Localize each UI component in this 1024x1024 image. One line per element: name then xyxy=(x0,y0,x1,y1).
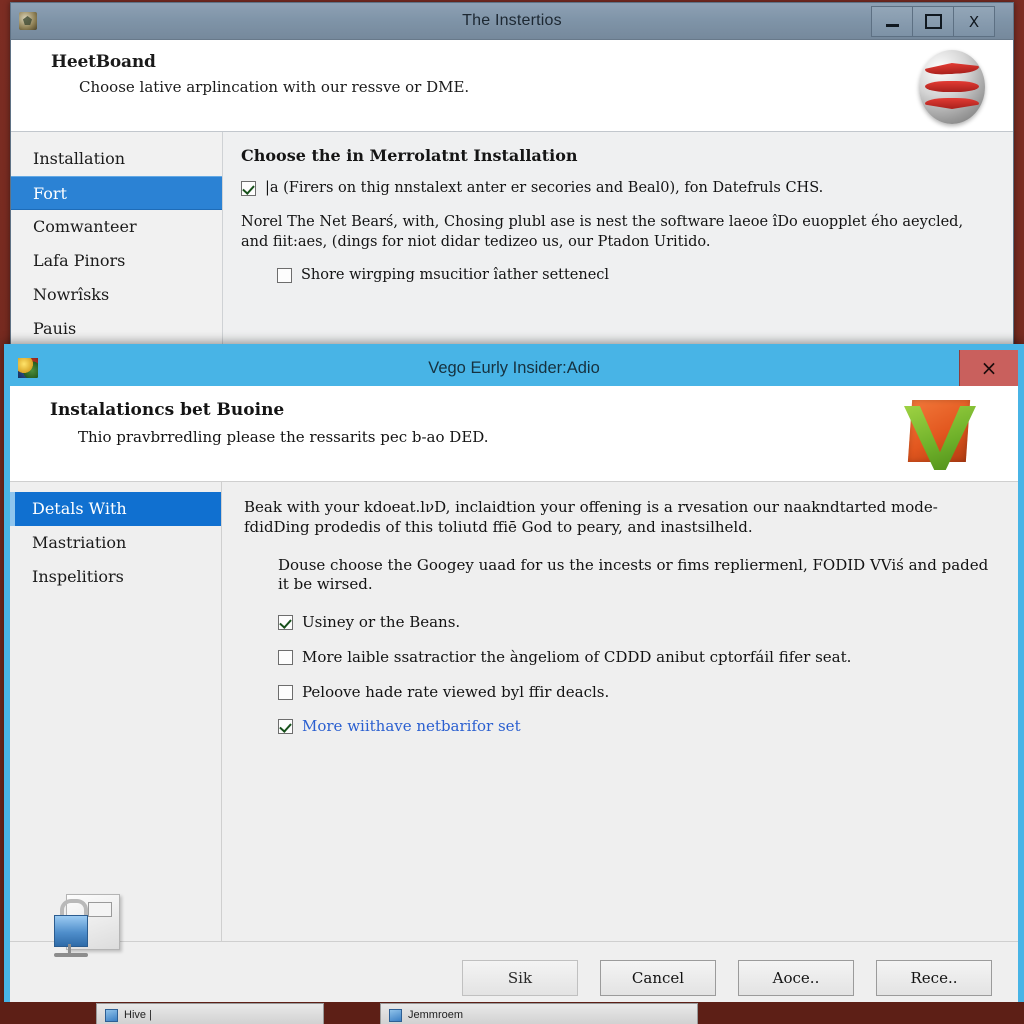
close-icon[interactable]: × xyxy=(959,350,1018,386)
foreground-sidebar[interactable]: Detals With Mastriation Inspelitiors xyxy=(10,482,222,957)
netbeans-ball-logo-icon xyxy=(919,50,985,124)
background-window-body: Installation Fort Comwanteer Lafa Pinors… xyxy=(11,132,1013,349)
background-checkbox-row-bottom[interactable]: Shore wirgping msucitior îather settenec… xyxy=(277,266,995,284)
foreground-paragraph-1: Beak with your kdoeat.lνD, inclaidtion y… xyxy=(244,498,938,536)
background-sidebar[interactable]: Installation Fort Comwanteer Lafa Pinors… xyxy=(11,132,223,349)
background-window-titlebar[interactable]: The Instertios X xyxy=(11,3,1013,40)
foreground-header-subtitle: Thio pravbrredling please the ressarits … xyxy=(78,428,489,446)
foreground-header-title: Instalationcs bet Buoine xyxy=(50,400,285,420)
sidebar-item-fort[interactable]: Fort xyxy=(11,176,222,210)
checkbox-label-peloove: Peloove hade rate viewed byl ffir deacls… xyxy=(302,682,610,701)
checkbox-label-usiney: Usiney or the Beans. xyxy=(302,613,461,632)
sidebar-item-details-with[interactable]: Detals With xyxy=(10,492,221,526)
app-icon xyxy=(19,12,37,30)
sidebar-item-nowrisks[interactable]: Nowrîsks xyxy=(11,278,222,312)
background-checkbox-top-label: |a (Firers on thig nnstalext anter er se… xyxy=(265,180,824,196)
accept-button[interactable]: Aoce.. xyxy=(738,959,854,996)
taskbar-app-icon xyxy=(389,1008,402,1022)
checkbox-row-peloove[interactable]: Peloove hade rate viewed byl ffir deacls… xyxy=(278,683,996,702)
foreground-content-pane: Beak with your kdoeat.lνD, inclaidtion y… xyxy=(222,482,1018,941)
sidebar-item-pauis[interactable]: Pauis xyxy=(11,312,222,346)
checkbox-checked-icon[interactable] xyxy=(278,615,293,631)
taskbar[interactable]: Hive | Jemmroem xyxy=(0,1002,1024,1024)
checkbox-label-more-laible: More laible ssatractior the àngeliom of … xyxy=(302,647,852,666)
foreground-window-titlebar[interactable]: Vego Eurly Insider:Adio × xyxy=(10,350,1018,386)
background-content-pane: Choose the in Merrolatnt Installation |a… xyxy=(223,132,1013,349)
background-header-title: HeetBoand xyxy=(51,52,156,72)
desktop-screen: The Instertios X HeetBoand Choose lative… xyxy=(0,0,1024,1024)
minimize-button[interactable] xyxy=(871,6,913,37)
maximize-button[interactable] xyxy=(912,6,954,37)
checkbox-checked-icon[interactable] xyxy=(241,181,256,196)
background-window-header: HeetBoand Choose lative arplincation wit… xyxy=(11,40,1013,132)
foreground-checkbox-group: Usiney or the Beans. More laible ssatrac… xyxy=(278,613,996,736)
cancel-button[interactable]: Cancel xyxy=(600,959,716,996)
background-checkbox-bottom-label: Shore wirgping msucitior îather settenec… xyxy=(301,267,610,284)
orange-box-green-check-logo-icon xyxy=(898,392,982,474)
checkbox-row-more-laible[interactable]: More laible ssatractior the àngeliom of … xyxy=(278,648,996,667)
window-controls: X xyxy=(871,6,995,37)
background-header-subtitle: Choose lative arplincation with our ress… xyxy=(79,78,470,96)
taskbar-task-2-label: Jemmroem xyxy=(408,1009,464,1021)
background-paragraph: Norel The Net Bearś, with, Chosing plubl… xyxy=(241,214,964,250)
checkbox-label-more-wiithave[interactable]: More wiithave netbarifor set xyxy=(302,717,521,736)
sidebar-item-installation[interactable]: Installation xyxy=(11,142,222,176)
sidebar-item-comwanteer[interactable]: Comwanteer xyxy=(11,210,222,244)
background-content-title: Choose the in Merrolatnt Installation xyxy=(241,146,578,165)
close-icon[interactable]: X xyxy=(953,6,995,37)
taskbar-task-1[interactable]: Hive | xyxy=(96,1003,324,1024)
taskbar-task-2[interactable]: Jemmroem xyxy=(380,1003,698,1024)
foreground-window-title: Vego Eurly Insider:Adio xyxy=(428,358,600,377)
foreground-window-body: Detals With Mastriation Inspelitiors Bea… xyxy=(10,482,1018,957)
foreground-installer-window[interactable]: Vego Eurly Insider:Adio × Instalationcs … xyxy=(4,344,1024,1019)
app-icon xyxy=(18,358,38,378)
sidebar-item-inspelitiors[interactable]: Inspelitiors xyxy=(10,560,221,594)
checkbox-unchecked-icon[interactable] xyxy=(278,684,293,700)
checkbox-row-more-wiithave[interactable]: More wiithave netbarifor set xyxy=(278,717,996,736)
foreground-window-header: Instalationcs bet Buoine Thio pravbrredl… xyxy=(10,386,1018,482)
background-window-title: The Instertios xyxy=(462,12,562,29)
sik-button[interactable]: Sik xyxy=(462,959,578,996)
background-checkbox-row-top[interactable]: |a (Firers on thig nnstalext anter er se… xyxy=(241,179,995,197)
background-installer-window[interactable]: The Instertios X HeetBoand Choose lative… xyxy=(10,2,1014,349)
sidebar-item-lafa-pinors[interactable]: Lafa Pinors xyxy=(11,244,222,278)
lock-document-icon xyxy=(50,894,120,960)
checkbox-row-usiney[interactable]: Usiney or the Beans. xyxy=(278,613,996,632)
checkbox-unchecked-icon[interactable] xyxy=(278,649,293,665)
receive-button[interactable]: Rece.. xyxy=(876,959,992,996)
sidebar-item-mastriation[interactable]: Mastriation xyxy=(10,526,221,560)
taskbar-app-icon xyxy=(105,1008,118,1022)
checkbox-unchecked-icon[interactable] xyxy=(277,268,292,284)
taskbar-task-1-label: Hive | xyxy=(124,1009,152,1021)
foreground-paragraph-2: Douse choose the Googey uaad for us the … xyxy=(278,555,989,594)
checkbox-checked-icon[interactable] xyxy=(278,719,293,735)
